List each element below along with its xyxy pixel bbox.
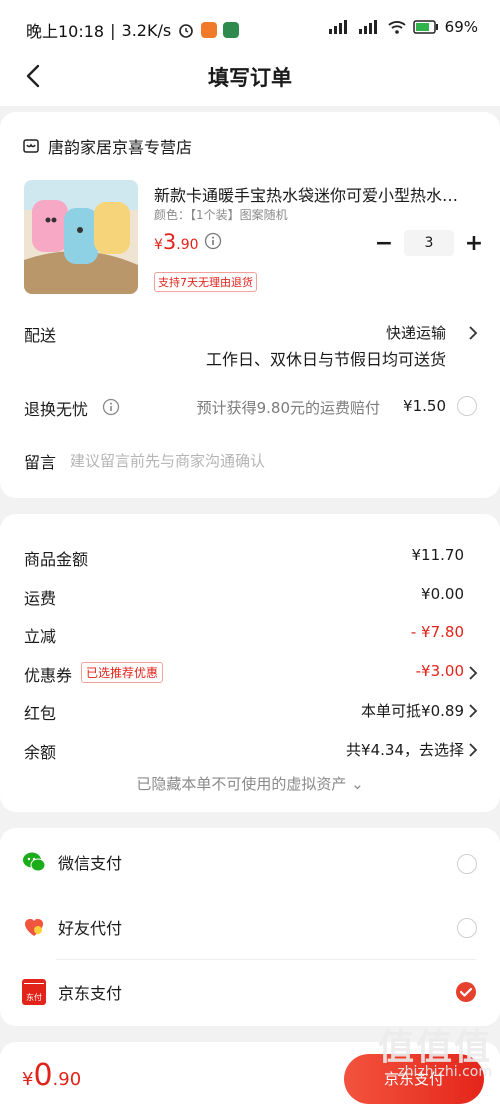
payment-method-card: 微信支付 好友代付 东付 京东支付 bbox=[0, 828, 500, 1026]
checkmark-icon bbox=[459, 987, 473, 997]
hidden-assets-text: 已隐藏本单不可使用的虚拟资产 bbox=[136, 775, 347, 793]
battery-icon bbox=[412, 20, 438, 34]
wechat-icon bbox=[23, 852, 46, 872]
worry-free-price: ¥1.50 bbox=[403, 397, 446, 415]
increase-button[interactable]: + bbox=[462, 231, 486, 256]
discount-value: - ¥7.80 bbox=[410, 623, 464, 641]
store-name: 唐韵家居京喜专营店 bbox=[48, 138, 193, 157]
red-packet-value[interactable]: 本单可抵¥0.89 bbox=[361, 700, 464, 721]
coupon-badge: 已选推荐优惠 bbox=[81, 662, 164, 683]
payment-option-jd[interactable]: 东付 京东支付 bbox=[22, 979, 122, 1005]
wifi-icon bbox=[388, 21, 406, 34]
worry-free-desc: 预计获得9.80元的运费赔付 bbox=[196, 399, 380, 417]
red-packet-label: 红包 bbox=[24, 704, 57, 723]
decrease-button[interactable]: − bbox=[372, 231, 396, 256]
price-info-icon[interactable] bbox=[204, 232, 222, 250]
quantity-input[interactable]: 3 bbox=[404, 230, 454, 256]
chevron-right-icon[interactable] bbox=[468, 704, 478, 718]
heart-icon bbox=[25, 919, 43, 936]
delivery-label: 配送 bbox=[24, 326, 57, 345]
signal-icon bbox=[328, 20, 347, 34]
store-row[interactable]: 唐韵家居京喜专营店 bbox=[22, 134, 192, 158]
goods-amount-value: ¥11.70 bbox=[411, 546, 465, 564]
status-left: 晚上10:18 | 3.2K/s bbox=[26, 18, 240, 42]
price-summary-card: 商品金额 ¥11.70 运费 ¥0.00 立减 - ¥7.80 优惠券 已选推荐… bbox=[0, 514, 500, 812]
watermark-logo: 值值值 bbox=[377, 1027, 492, 1068]
payment-label: 微信支付 bbox=[58, 854, 123, 873]
payment-option-wechat[interactable]: 微信支付 bbox=[22, 850, 122, 874]
payment-label: 京东支付 bbox=[58, 984, 123, 1003]
info-icon[interactable] bbox=[102, 398, 120, 416]
jd-pay-icon: 东付 bbox=[22, 979, 46, 1005]
chevron-right-icon[interactable] bbox=[468, 326, 478, 340]
page-title: 填写订单 bbox=[208, 66, 292, 90]
alarm-icon bbox=[179, 24, 193, 38]
app-notification-icon-2 bbox=[223, 22, 240, 38]
divider bbox=[56, 959, 476, 960]
app-notification-icon bbox=[201, 22, 218, 38]
chevron-right-icon[interactable] bbox=[468, 743, 478, 757]
status-speed: 3.2K/s bbox=[121, 20, 172, 40]
shipping-value: ¥0.00 bbox=[421, 585, 464, 603]
product-image[interactable] bbox=[24, 180, 138, 294]
discount-label: 立减 bbox=[24, 627, 57, 646]
chevron-down-icon: ⌄ bbox=[351, 775, 364, 793]
quantity-stepper: − 3 + bbox=[372, 230, 486, 256]
message-input[interactable]: 建议留言前先与商家沟通确认 bbox=[70, 450, 265, 471]
balance-value[interactable]: 共¥4.34，去选择 bbox=[346, 739, 464, 760]
shipping-label: 运费 bbox=[24, 589, 57, 608]
worry-free-radio[interactable] bbox=[457, 396, 477, 416]
coupon-value[interactable]: -¥3.00 bbox=[416, 662, 464, 680]
friend-pay-radio[interactable] bbox=[457, 918, 477, 938]
total-price: ¥ 0 .90 bbox=[22, 1058, 82, 1093]
balance-label: 余额 bbox=[24, 743, 57, 762]
signal-icon-2 bbox=[358, 20, 377, 34]
store-icon bbox=[23, 139, 39, 153]
hidden-assets-toggle[interactable]: 已隐藏本单不可使用的虚拟资产 ⌄ bbox=[0, 773, 500, 794]
nav-bar: 填写订单 bbox=[0, 48, 500, 106]
status-time: 晚上10:18 bbox=[26, 22, 105, 41]
battery-level: 69% bbox=[444, 18, 478, 36]
order-item-card: 唐韵家居京喜专营店 新款卡通暖手宝热水袋迷你可爱小型热水… 颜色：【1个装】图案… bbox=[0, 112, 500, 498]
watermark: 值值值 zhizhizhi.com bbox=[378, 1018, 492, 1080]
message-label: 留言 bbox=[24, 453, 57, 472]
product-title[interactable]: 新款卡通暖手宝热水袋迷你可爱小型热水… bbox=[154, 182, 476, 206]
worry-free-label: 退换无忧 bbox=[24, 400, 89, 419]
delivery-note: 工作日、双休日与节假日均可送货 bbox=[205, 350, 446, 369]
product-price: ¥ 3 .90 bbox=[154, 230, 199, 254]
watermark-url: zhizhizhi.com bbox=[397, 1064, 492, 1080]
goods-amount-label: 商品金额 bbox=[24, 550, 89, 569]
return-policy-badge: 支持7天无理由退货 bbox=[154, 272, 257, 292]
coupon-label: 优惠券 bbox=[24, 666, 73, 685]
status-right: 69% bbox=[327, 18, 478, 36]
jd-pay-radio[interactable] bbox=[456, 982, 476, 1002]
chevron-right-icon[interactable] bbox=[468, 666, 478, 680]
product-spec: 颜色：【1个装】图案随机 bbox=[154, 208, 288, 222]
wechat-radio[interactable] bbox=[457, 854, 477, 874]
payment-label: 好友代付 bbox=[58, 919, 123, 938]
payment-option-friend[interactable]: 好友代付 bbox=[22, 915, 122, 939]
delivery-method[interactable]: 快递运输 bbox=[386, 322, 446, 343]
